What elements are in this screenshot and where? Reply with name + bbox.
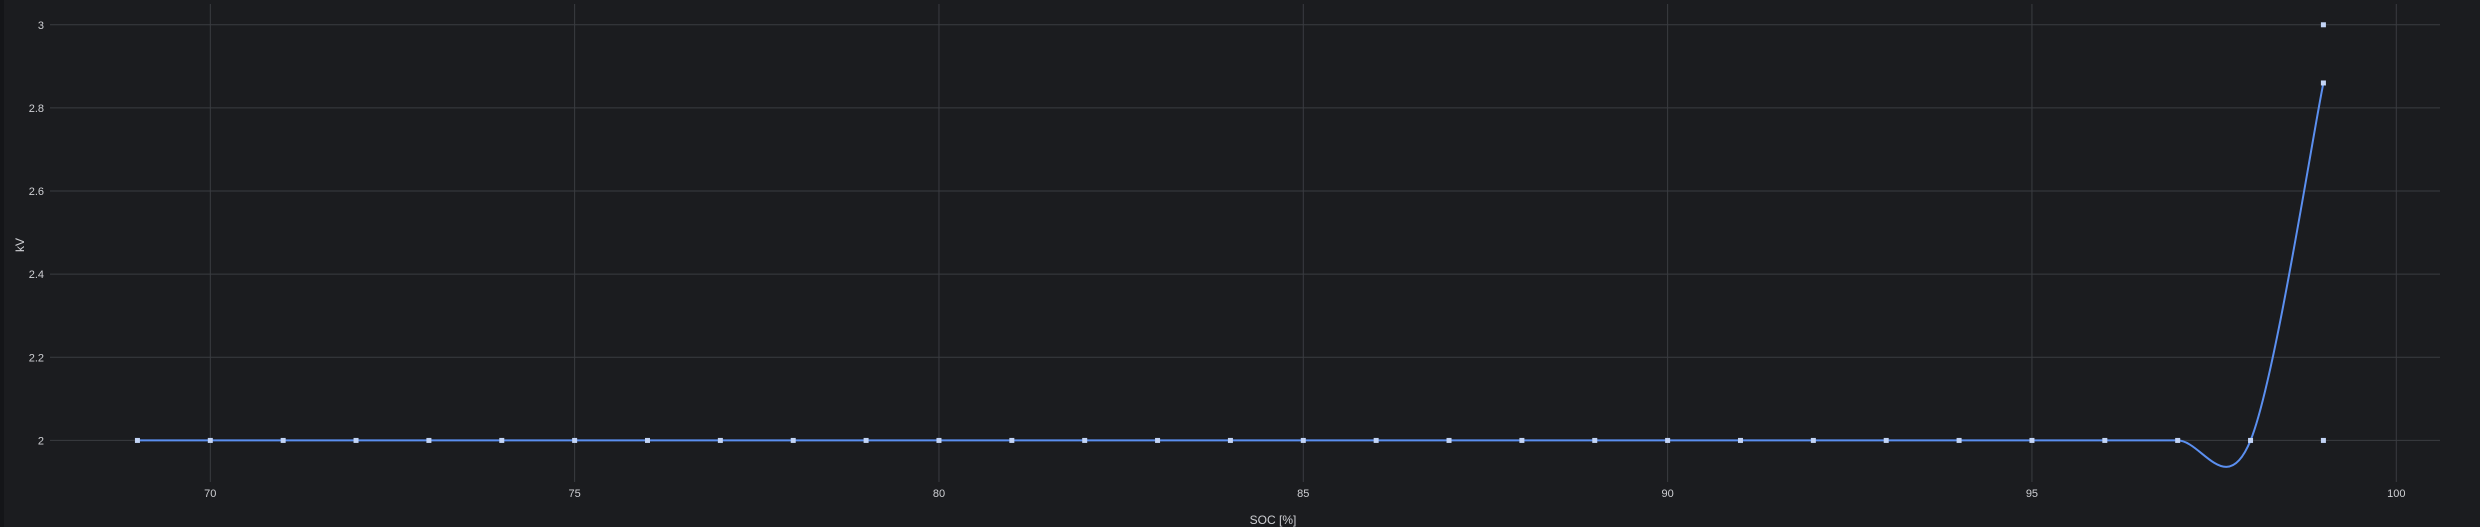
x-tick-labels: 70 75 80 85 90 95 100	[204, 488, 2405, 500]
x-tick-label: 80	[933, 488, 945, 500]
data-point	[1009, 437, 1015, 443]
data-point	[280, 437, 286, 443]
data-point	[499, 437, 505, 443]
x-gridlines	[209, 4, 2397, 482]
data-point	[2248, 437, 2254, 443]
data-point	[2320, 22, 2326, 28]
x-tick-label: 95	[2026, 488, 2038, 500]
y-tick-label: 2.2	[29, 352, 44, 364]
data-point	[572, 437, 578, 443]
data-point	[2102, 437, 2108, 443]
x-tick-label: 90	[1661, 488, 1673, 500]
data-point	[426, 437, 432, 443]
x-tick-label: 70	[204, 488, 216, 500]
data-point	[936, 437, 942, 443]
x-tick-label: 100	[2387, 488, 2405, 500]
y-axis-title: kV	[13, 238, 27, 252]
x-axis-title: SOC [%]	[1250, 513, 1297, 527]
y-tick-label: 2.6	[29, 186, 44, 198]
y-tick-labels: 2 2.2 2.4 2.6 2.8 3	[29, 20, 44, 448]
series-line	[137, 82, 2325, 468]
y-tick-label: 2	[38, 435, 44, 447]
data-point	[717, 437, 723, 443]
data-point	[1592, 437, 1598, 443]
y-tick-label: 2.4	[29, 269, 44, 281]
data-point	[1446, 437, 1452, 443]
x-tick-label: 85	[1297, 488, 1309, 500]
data-point	[1155, 437, 1161, 443]
data-points	[134, 22, 2326, 443]
data-point	[1665, 437, 1671, 443]
data-point	[134, 437, 140, 443]
data-point	[353, 437, 359, 443]
data-point	[1300, 437, 1306, 443]
chart-panel: 70 75 80 85 90 95 100 2 2.2 2.4 2.6 2.8 3 SOC [%] k…	[0, 0, 2480, 527]
data-point	[1082, 437, 1088, 443]
data-point	[2320, 437, 2326, 443]
y-gridlines	[50, 24, 2440, 441]
data-point	[645, 437, 650, 443]
data-point	[1373, 437, 1379, 443]
y-tick-label: 3	[38, 20, 44, 32]
data-point	[863, 437, 869, 443]
soc-kv-chart: 70 75 80 85 90 95 100 2 2.2 2.4 2.6 2.8 3 SOC [%] k…	[13, 4, 2440, 527]
data-point	[1883, 437, 1889, 443]
data-point	[2029, 437, 2035, 443]
data-point	[1810, 437, 1816, 443]
data-point	[1519, 437, 1525, 443]
data-point	[790, 437, 796, 443]
data-point	[2175, 437, 2181, 443]
series-layer	[137, 82, 2325, 468]
data-point	[1227, 437, 1233, 443]
data-point	[1737, 437, 1743, 443]
data-point	[2320, 80, 2326, 86]
x-tick-label: 75	[569, 488, 581, 500]
data-point	[1956, 437, 1962, 443]
data-point	[207, 437, 213, 443]
y-tick-label: 2.8	[29, 103, 44, 115]
